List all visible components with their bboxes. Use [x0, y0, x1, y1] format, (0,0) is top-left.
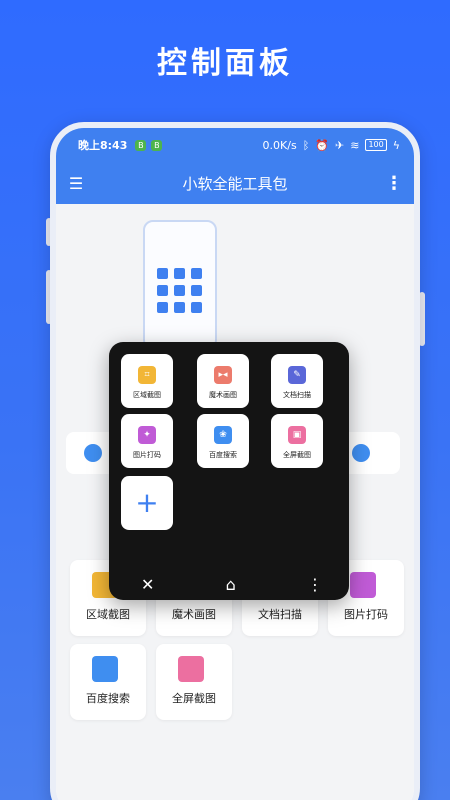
toggle-indicator: [352, 444, 370, 462]
control-panel-overlay: ⌗ 区域截图 ▸◂ 魔术画图 ✎ 文档扫描 ✦ 图片打码 ❀ 百度搜索 ▣ 全屏截图 + ✕ ⌂ ⋮: [109, 342, 349, 600]
menu-icon[interactable]: ☰: [56, 174, 96, 193]
airplane-icon: ✈: [335, 138, 345, 152]
device-illustration: [143, 220, 217, 350]
notification-icon: B: [135, 139, 147, 151]
wifi-icon: ≋: [350, 138, 360, 152]
panel-tile-label: 魔术画图: [209, 391, 237, 399]
close-icon[interactable]: ✕: [141, 575, 154, 594]
panel-tile-label: 百度搜索: [209, 451, 237, 459]
panel-tile-icon: ✎: [288, 366, 306, 384]
status-bar: 晚上8:43 B B 0.0K/s ᛒ ⏰ ✈ ≋ 100 ϟ: [56, 128, 414, 162]
notification-icon: B: [151, 139, 163, 151]
plus-icon: +: [135, 486, 159, 519]
charging-icon: ϟ: [392, 138, 400, 152]
toggle-indicator: [84, 444, 102, 462]
function-card-label: 全屏截图: [172, 692, 216, 705]
panel-tile-icon: ▸◂: [214, 366, 232, 384]
panel-tile[interactable]: ✎ 文档扫描: [271, 354, 323, 408]
app-bar: ☰ 小软全能工具包 ⋮: [56, 162, 414, 204]
panel-tile-icon: ❀: [214, 426, 232, 444]
battery-icon: 100: [365, 139, 387, 151]
more-vertical-icon[interactable]: ⋮: [307, 575, 323, 594]
panel-tile-label: 区域截图: [133, 391, 161, 399]
bluetooth-icon: ᛒ: [302, 138, 310, 152]
more-options-icon[interactable]: ⋮: [374, 173, 414, 194]
app-title: 小软全能工具包: [182, 174, 288, 193]
panel-tile[interactable]: ▣ 全屏截图: [271, 414, 323, 468]
grid-illustration-icon: [157, 268, 205, 313]
function-card[interactable]: 百度搜索: [70, 644, 146, 720]
function-card-icon: [178, 656, 204, 682]
function-card-label: 文档扫描: [258, 608, 302, 621]
function-card-label: 百度搜索: [86, 692, 130, 705]
alarm-icon: ⏰: [315, 138, 330, 152]
panel-tile[interactable]: ❀ 百度搜索: [197, 414, 249, 468]
panel-tile-label: 文档扫描: [283, 391, 311, 399]
function-card-label: 图片打码: [344, 608, 388, 621]
panel-tile-icon: ▣: [288, 426, 306, 444]
panel-tile-icon: ✦: [138, 426, 156, 444]
panel-tile-icon: ⌗: [138, 366, 156, 384]
home-icon[interactable]: ⌂: [226, 575, 236, 594]
panel-nav-bar: ✕ ⌂ ⋮: [109, 568, 349, 600]
panel-tile[interactable]: ⌗ 区域截图: [121, 354, 173, 408]
panel-tile[interactable]: ✦ 图片打码: [121, 414, 173, 468]
panel-tile-label: 全屏截图: [283, 451, 311, 459]
function-card-icon: [92, 656, 118, 682]
function-card-label: 魔术画图: [172, 608, 216, 621]
function-card[interactable]: 全屏截图: [156, 644, 232, 720]
status-time: 晚上8:43: [78, 139, 128, 152]
panel-tile-label: 图片打码: [133, 451, 161, 459]
function-card-icon: [350, 572, 376, 598]
status-right: 0.0K/s ᛒ ⏰ ✈ ≋ 100 ϟ: [263, 139, 400, 152]
add-tile-button[interactable]: +: [121, 476, 173, 530]
network-speed: 0.0K/s: [262, 138, 297, 152]
panel-tile[interactable]: ▸◂ 魔术画图: [197, 354, 249, 408]
headline: 控制面板: [157, 46, 293, 81]
function-card-label: 区域截图: [86, 608, 130, 621]
